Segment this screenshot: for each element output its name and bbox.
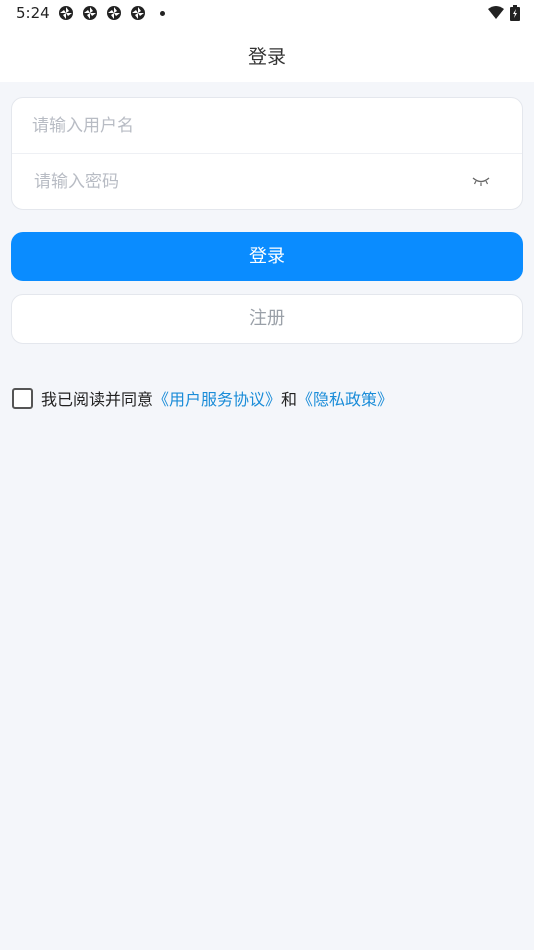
agreement-conjunction: 和 <box>281 390 298 409</box>
aperture-icon <box>59 6 73 20</box>
battery-charging-icon <box>510 5 520 21</box>
aperture-icon <box>83 6 97 20</box>
status-time: 5:24 <box>16 4 50 22</box>
aperture-icon <box>131 6 145 20</box>
username-row <box>12 98 522 154</box>
privacy-link[interactable]: 《隐私政策》 <box>297 386 393 410</box>
username-input[interactable] <box>32 98 452 154</box>
app-bar: 登录 <box>0 28 534 82</box>
system-icons <box>488 5 520 21</box>
register-button[interactable]: 注册 <box>11 294 523 344</box>
terms-link[interactable]: 《用户服务协议》 <box>153 386 281 410</box>
login-button[interactable]: 登录 <box>11 232 523 281</box>
agree-checkbox[interactable] <box>12 387 33 409</box>
login-form-card <box>11 97 523 210</box>
eye-closed-icon[interactable] <box>472 174 490 188</box>
password-row <box>12 154 522 210</box>
more-notifications-dot-icon <box>160 10 165 16</box>
notification-icons <box>58 5 165 21</box>
agreement-prefix: 我已阅读并同意 <box>41 390 154 409</box>
agreement-row: 我已阅读并同意 《用户服务协议》 和 《隐私政策》 <box>12 386 393 410</box>
status-bar: 5:24 <box>0 0 534 28</box>
aperture-icon <box>107 6 121 20</box>
page-title: 登录 <box>247 46 286 68</box>
wifi-icon <box>488 6 504 19</box>
password-input[interactable] <box>34 154 454 210</box>
